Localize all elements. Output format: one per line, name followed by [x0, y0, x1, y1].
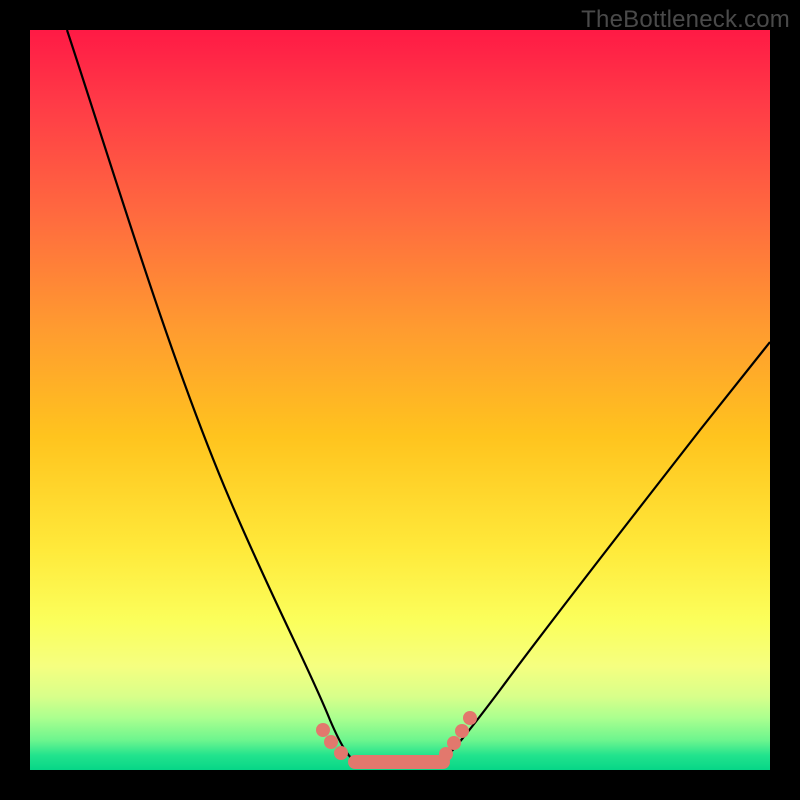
- right-dot-2: [447, 736, 461, 750]
- left-curve: [67, 30, 360, 765]
- right-curve: [438, 342, 770, 765]
- left-dot-2: [324, 735, 338, 749]
- left-dot-1: [316, 723, 330, 737]
- chart-svg: [30, 30, 770, 770]
- right-dot-4: [463, 711, 477, 725]
- valley-flat-band: [348, 755, 450, 769]
- plot-area: [30, 30, 770, 770]
- right-dot-3: [455, 724, 469, 738]
- watermark-text: TheBottleneck.com: [581, 6, 790, 34]
- left-dot-3: [334, 746, 348, 760]
- chart-frame: TheBottleneck.com: [0, 0, 800, 800]
